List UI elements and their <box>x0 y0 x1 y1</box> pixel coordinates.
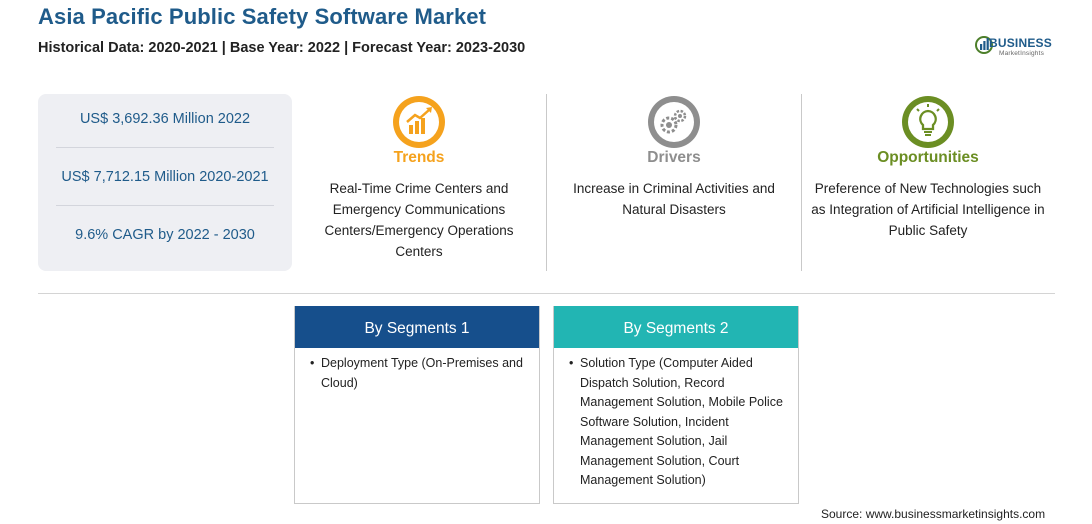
drivers-text: Increase in Criminal Activities and Natu… <box>573 181 775 217</box>
source-note: Source: www.businessmarketinsights.com <box>821 507 1046 521</box>
trends-heading: Trends <box>393 149 445 166</box>
market-size-2022: US$ 3,692.36 Million 2022 <box>79 111 251 127</box>
segment-1-card: By Segments 1 Deployment Type (On-Premis… <box>294 306 540 504</box>
gears-icon <box>646 94 702 150</box>
opportunities-heading: Opportunities <box>877 149 979 166</box>
column-divider <box>546 94 547 271</box>
list-item: Solution Type (Computer Aided Dispatch S… <box>569 354 786 491</box>
market-stats-panel: US$ 3,692.36 Million 2022 US$ 7,712.15 M… <box>38 94 292 271</box>
page-subtitle: Historical Data: 2020-2021 | Base Year: … <box>38 40 526 56</box>
segment-1-list: Deployment Type (On-Premises and Cloud) <box>295 348 539 393</box>
page-title: Asia Pacific Public Safety Software Mark… <box>38 4 487 29</box>
logo-sub-text: MarketInsights <box>999 50 1045 57</box>
segment-2-list: Solution Type (Computer Aided Dispatch S… <box>554 348 798 491</box>
stat-divider <box>56 205 274 206</box>
list-item: Deployment Type (On-Premises and Cloud) <box>310 354 527 393</box>
trends-text: Real-Time Crime Centers and Emergency Co… <box>324 181 514 259</box>
column-divider <box>801 94 802 271</box>
segment-2-card: By Segments 2 Solution Type (Computer Ai… <box>553 306 799 504</box>
segment-1-header: By Segments 1 <box>295 306 539 348</box>
logo-brand-text: BUSINESS <box>989 36 1052 50</box>
company-logo: BUSINESS MarketInsights <box>975 33 1065 61</box>
lightbulb-icon <box>900 94 956 150</box>
cagr-value: 9.6% CAGR by 2022 - 2030 <box>75 227 255 243</box>
stat-divider <box>56 147 274 148</box>
growth-chart-icon <box>391 94 447 150</box>
opportunities-text: Preference of New Technologies such as I… <box>811 181 1045 238</box>
section-divider <box>38 293 1055 294</box>
segment-2-header: By Segments 2 <box>554 306 798 348</box>
market-size-historical: US$ 7,712.15 Million 2020-2021 <box>61 169 269 185</box>
drivers-heading: Drivers <box>647 149 701 166</box>
